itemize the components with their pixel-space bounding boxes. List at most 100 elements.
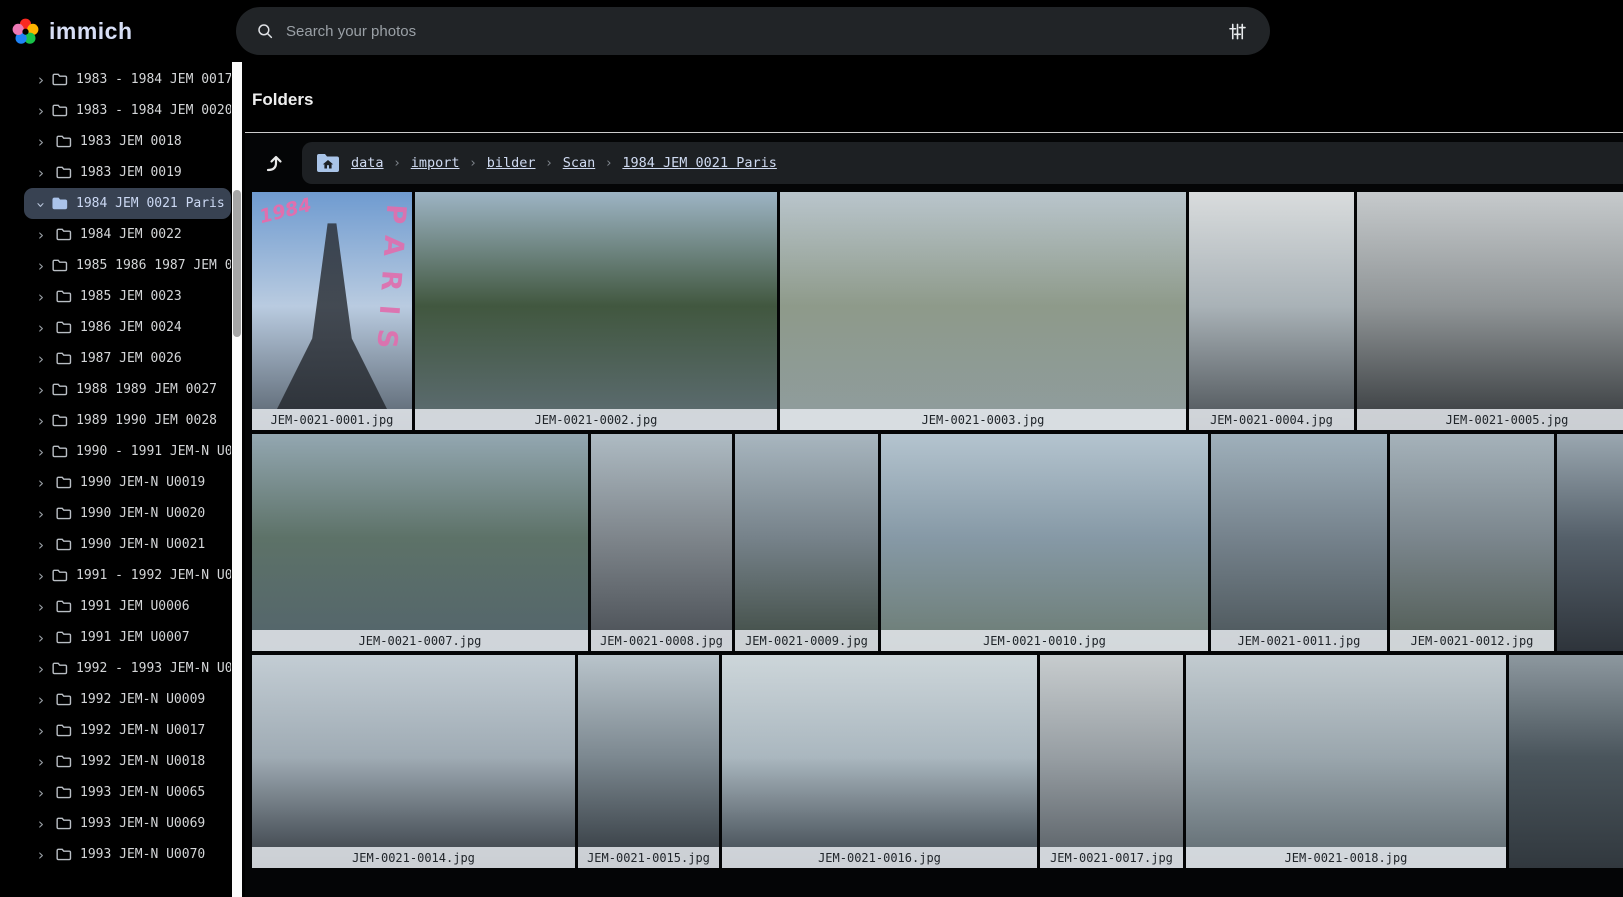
- home-folder-icon[interactable]: [316, 153, 340, 173]
- sidebar-item[interactable]: › 1984 JEM 0022: [24, 219, 231, 250]
- search-filter-button[interactable]: [1220, 14, 1254, 48]
- sidebar-item-label: 1983 JEM 0019: [80, 165, 182, 180]
- photo-thumbnail[interactable]: JEM-0021-0005.jpg: [1357, 192, 1623, 430]
- sidebar-item-label: 1993 JEM-N U0065: [80, 785, 205, 800]
- breadcrumb-separator-icon: ›: [395, 156, 400, 171]
- filter-sliders-icon: [1228, 22, 1247, 41]
- chevron-right-icon: ›: [38, 412, 44, 430]
- photo-thumbnail[interactable]: [1509, 655, 1623, 868]
- search-bar[interactable]: [236, 7, 1270, 55]
- photo-thumbnail[interactable]: JEM-0021-0015.jpg: [578, 655, 719, 868]
- breadcrumb-link[interactable]: import: [411, 155, 460, 171]
- folder-icon: [56, 847, 72, 862]
- breadcrumb-link[interactable]: data: [351, 155, 384, 171]
- page-scrollbar-track[interactable]: [232, 62, 242, 897]
- photo-graffiti-word: PARIS: [370, 203, 412, 363]
- chevron-right-icon: ›: [38, 474, 48, 492]
- sidebar-item-label: 1990 JEM-N U0020: [80, 506, 205, 521]
- photo-thumbnail[interactable]: JEM-0021-0008.jpg: [591, 434, 732, 651]
- sidebar-item-label: 1985 JEM 0023: [80, 289, 182, 304]
- photo-thumbnail[interactable]: JEM-0021-0004.jpg: [1189, 192, 1354, 430]
- sidebar-item-label: 1983 JEM 0018: [80, 134, 182, 149]
- photo-thumbnail[interactable]: JEM-0021-0014.jpg: [252, 655, 575, 868]
- sidebar-item[interactable]: › 1985 1986 1987 JEM 00: [24, 250, 231, 281]
- sidebar-item[interactable]: › 1992 JEM-N U0017: [24, 715, 231, 746]
- sidebar-item[interactable]: › 1987 JEM 0026: [24, 343, 231, 374]
- sidebar-item[interactable]: › 1992 JEM-N U0009: [24, 684, 231, 715]
- sidebar-item[interactable]: › 1984 JEM 0021 Paris: [24, 188, 231, 219]
- chevron-right-icon: ›: [38, 846, 48, 864]
- app-brand[interactable]: immich: [0, 18, 224, 45]
- sidebar-item[interactable]: › 1986 JEM 0024: [24, 312, 231, 343]
- sidebar-item-label: 1987 JEM 0026: [80, 351, 182, 366]
- folder-icon: [56, 754, 72, 769]
- folder-icon: [56, 599, 72, 614]
- photo-filename: JEM-0021-0010.jpg: [881, 630, 1208, 651]
- search-icon: [256, 22, 274, 40]
- photo-thumbnail[interactable]: JEM-0021-0007.jpg: [252, 434, 588, 651]
- search-input[interactable]: [286, 23, 1220, 40]
- sidebar-item[interactable]: › 1993 JEM-N U0065: [24, 777, 231, 808]
- breadcrumb-links: data›import›bilder›Scan›1984 JEM 0021 Pa…: [351, 154, 777, 172]
- photo-thumbnail[interactable]: JEM-0021-0011.jpg: [1211, 434, 1387, 651]
- sidebar-item[interactable]: › 1983 JEM 0019: [24, 157, 231, 188]
- breadcrumb-separator-icon: ›: [606, 156, 611, 171]
- sidebar-item-label: 1992 JEM-N U0009: [80, 692, 205, 707]
- sidebar-item[interactable]: › 1990 - 1991 JEM-N U00: [24, 436, 231, 467]
- photo-grid-row: JEM-0021-0007.jpg JEM-0021-0008.jpg JEM-…: [252, 434, 1623, 651]
- folder-icon: [52, 444, 68, 459]
- photo-filename: JEM-0021-0003.jpg: [780, 409, 1186, 430]
- photo-thumbnail[interactable]: JEM-0021-0016.jpg: [722, 655, 1037, 868]
- sidebar-item-label: 1985 1986 1987 JEM 00: [76, 258, 231, 273]
- breadcrumb-link[interactable]: 1984 JEM 0021 Paris: [622, 155, 776, 171]
- photo-filename: JEM-0021-0015.jpg: [578, 847, 719, 868]
- photo-thumbnail[interactable]: JEM-0021-0002.jpg: [415, 192, 777, 430]
- chevron-right-icon: ›: [38, 71, 44, 89]
- chevron-right-icon: ›: [38, 784, 48, 802]
- chevron-right-icon: ›: [38, 629, 48, 647]
- breadcrumb-link[interactable]: bilder: [487, 155, 536, 171]
- folder-icon: [52, 72, 68, 87]
- sidebar-item[interactable]: › 1993 JEM-N U0070: [24, 839, 231, 870]
- app-name: immich: [49, 18, 133, 45]
- photo-thumbnail[interactable]: [1557, 434, 1623, 651]
- sidebar-item[interactable]: › 1990 JEM-N U0019: [24, 467, 231, 498]
- photo-filename: JEM-0021-0011.jpg: [1211, 630, 1387, 651]
- folder-icon: [56, 723, 72, 738]
- sidebar-item[interactable]: › 1983 - 1984 JEM 0020: [24, 95, 231, 126]
- photo-thumbnail[interactable]: JEM-0021-0009.jpg: [735, 434, 878, 651]
- sidebar-item[interactable]: › 1988 1989 JEM 0027: [24, 374, 231, 405]
- photo-thumbnail[interactable]: 1984 PARIS JEM-0021-0001.jpg: [252, 192, 412, 430]
- sidebar-item[interactable]: › 1983 - 1984 JEM 0017: [24, 64, 231, 95]
- sidebar-item[interactable]: › 1991 JEM U0007: [24, 622, 231, 653]
- sidebar-item-label: 1993 JEM-N U0069: [80, 816, 205, 831]
- sidebar-item[interactable]: › 1991 - 1992 JEM-N U00: [24, 560, 231, 591]
- sidebar-item[interactable]: › 1992 JEM-N U0018: [24, 746, 231, 777]
- sidebar-item[interactable]: › 1990 JEM-N U0020: [24, 498, 231, 529]
- photo-thumbnail[interactable]: JEM-0021-0010.jpg: [881, 434, 1208, 651]
- go-up-button[interactable]: [252, 142, 294, 184]
- folder-icon: [56, 475, 72, 490]
- top-bar: immich: [0, 0, 1623, 62]
- sidebar-item[interactable]: › 1989 1990 JEM 0028: [24, 405, 231, 436]
- sidebar-item-label: 1991 JEM U0006: [80, 599, 190, 614]
- sidebar-item[interactable]: › 1992 - 1993 JEM-N U00: [24, 653, 231, 684]
- photo-thumbnail[interactable]: JEM-0021-0017.jpg: [1040, 655, 1183, 868]
- breadcrumb-separator-icon: ›: [546, 156, 551, 171]
- sidebar-item[interactable]: › 1993 JEM-N U0069: [24, 808, 231, 839]
- folder-icon: [52, 382, 68, 397]
- sidebar-item[interactable]: › 1990 JEM-N U0021: [24, 529, 231, 560]
- breadcrumb-row: data›import›bilder›Scan›1984 JEM 0021 Pa…: [252, 142, 1623, 184]
- photo-thumbnail[interactable]: JEM-0021-0003.jpg: [780, 192, 1186, 430]
- sidebar-item[interactable]: › 1983 JEM 0018: [24, 126, 231, 157]
- photo-filename: JEM-0021-0004.jpg: [1189, 409, 1354, 430]
- chevron-right-icon: ›: [38, 598, 48, 616]
- page-scrollbar-thumb[interactable]: [233, 190, 241, 337]
- photo-thumbnail[interactable]: JEM-0021-0018.jpg: [1186, 655, 1506, 868]
- photo-thumbnail[interactable]: JEM-0021-0012.jpg: [1390, 434, 1554, 651]
- breadcrumb-link[interactable]: Scan: [563, 155, 596, 171]
- folder-icon: [56, 537, 72, 552]
- sidebar-item-label: 1988 1989 JEM 0027: [76, 382, 217, 397]
- sidebar-item[interactable]: › 1985 JEM 0023: [24, 281, 231, 312]
- sidebar-item[interactable]: › 1991 JEM U0006: [24, 591, 231, 622]
